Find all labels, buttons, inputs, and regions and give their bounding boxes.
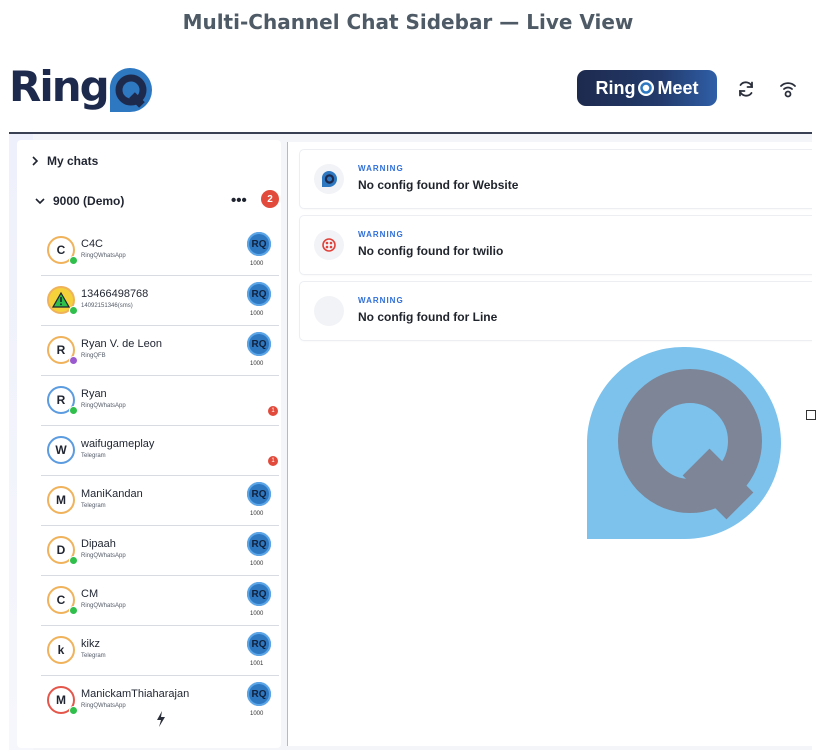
chat-channel: RingQWhatsApp (81, 403, 126, 409)
sms-icon (69, 306, 78, 315)
whatsapp-icon (69, 256, 78, 265)
avatar: M (47, 486, 75, 514)
logo-text: Ring (9, 62, 110, 111)
warning-card-twilio: WARNING No config found for twilio (300, 216, 812, 274)
ringq-icon (314, 164, 344, 194)
meet-q-icon (638, 80, 655, 96)
agent-avatar: RQ (247, 632, 271, 656)
agent-avatar: RQ (247, 682, 271, 706)
chat-name: C4C (81, 238, 104, 250)
agent-id: 1001 (250, 661, 264, 667)
group-count-badge: 2 (261, 190, 279, 208)
my-chats-label: My chats (47, 154, 99, 168)
chat-name: Ryan V. de Leon (81, 338, 162, 350)
agent-id: 1000 (250, 261, 264, 267)
chat-row-c4c[interactable]: C C4C RingQWhatsApp RQ 1000 (41, 226, 279, 276)
messenger-icon (69, 356, 78, 365)
agent-id: 1000 (250, 511, 264, 517)
more-options-icon[interactable]: ••• (231, 192, 247, 209)
warning-message: No config found for twilio (358, 244, 504, 258)
whatsapp-icon (69, 606, 78, 615)
chat-row-cm[interactable]: C CM RingQWhatsApp RQ 1000 (41, 576, 279, 626)
warning-message: No config found for Website (358, 178, 519, 192)
warning-level: WARNING (358, 296, 404, 305)
agent-avatar: RQ (247, 582, 271, 606)
whatsapp-icon (69, 556, 78, 565)
chat-list: C C4C RingQWhatsApp RQ 1000 13466498768 … (41, 226, 279, 726)
agent-avatar: RQ (247, 232, 271, 256)
avatar: W (47, 436, 75, 464)
app-header: Ring Ring Meet (9, 56, 812, 132)
agent-id: 1000 (250, 611, 264, 617)
chat-name: kikz (81, 638, 100, 650)
checkbox-fragment (806, 410, 816, 420)
meet-label-ring: Ring (595, 77, 636, 98)
unread-badge: 1 (268, 456, 278, 466)
group-label: 9000 (Demo) (53, 194, 125, 208)
ringq-large-logo (587, 346, 781, 539)
agent-avatar: RQ (247, 482, 271, 506)
signal-icon[interactable] (777, 78, 799, 100)
ringq-meet-button[interactable]: Ring Meet (577, 70, 717, 106)
chat-channel: RingQWhatsApp (81, 603, 126, 609)
my-chats-toggle[interactable]: My chats (31, 154, 98, 168)
chevron-down-icon (35, 198, 45, 205)
chat-sidebar: My chats 9000 (Demo) ••• 2 C C4C RingQWh… (17, 140, 281, 748)
chat-row-ryan[interactable]: R Ryan RingQWhatsApp 1 (41, 376, 279, 426)
warning-card-line: WARNING No config found for Line (300, 282, 812, 340)
chat-channel: Telegram (81, 453, 106, 459)
chat-name: ManiKandan (81, 488, 143, 500)
chat-channel: RingQFB (81, 353, 106, 359)
ringq-logo[interactable]: Ring (9, 58, 159, 126)
chat-channel: Telegram (81, 653, 106, 659)
chat-name: Ryan (81, 388, 107, 400)
chat-row-dipaah[interactable]: D Dipaah RingQWhatsApp RQ 1000 (41, 526, 279, 576)
agent-id: 1000 (250, 711, 264, 717)
chat-row-ryan-v-de-leon[interactable]: R Ryan V. de Leon RingQFB RQ 1000 (41, 326, 279, 376)
agent-id: 1000 (250, 311, 264, 317)
logo-q-icon (109, 67, 152, 112)
refresh-icon[interactable] (735, 78, 757, 100)
warning-level: WARNING (358, 164, 404, 173)
line-icon (314, 296, 344, 326)
unread-badge: 1 (268, 406, 278, 416)
meet-label-meet: Meet (657, 77, 699, 98)
chat-row-13466498768[interactable]: 13466498768 14092151346(sms) RQ 1000 (41, 276, 279, 326)
chat-channel: 14092151346(sms) (81, 303, 133, 309)
agent-id: 1000 (250, 361, 264, 367)
chat-channel: RingQWhatsApp (81, 703, 126, 709)
whatsapp-icon (69, 706, 78, 715)
whatsapp-icon (69, 406, 78, 415)
chat-channel: RingQWhatsApp (81, 553, 126, 559)
chat-row-waifugameplay[interactable]: W waifugameplay Telegram 1 (41, 426, 279, 476)
twilio-icon (314, 230, 344, 260)
chat-name: CM (81, 588, 99, 600)
group-9000-demo[interactable]: 9000 (Demo) ••• 2 (35, 190, 279, 212)
agent-id: 1000 (250, 561, 264, 567)
chat-name: waifugameplay (81, 438, 155, 450)
agent-avatar: RQ (247, 532, 271, 556)
chat-name: Dipaah (81, 538, 116, 550)
avatar: k (47, 636, 75, 664)
agent-avatar: RQ (247, 282, 271, 306)
chat-name: 13466498768 (81, 288, 149, 300)
agent-avatar: RQ (247, 332, 271, 356)
chat-name: ManickamThiaharajan (81, 688, 190, 700)
chat-channel: Telegram (81, 503, 106, 509)
chat-row-kikz[interactable]: k kikz Telegram RQ 1001 (41, 626, 279, 676)
warning-message: No config found for Line (358, 310, 498, 324)
chat-channel: RingQWhatsApp (81, 253, 126, 259)
header-divider (9, 132, 812, 134)
warning-level: WARNING (358, 230, 404, 239)
warning-card-website: WARNING No config found for Website (300, 150, 812, 208)
lightning-icon[interactable] (155, 710, 167, 728)
chevron-right-icon (32, 156, 39, 166)
page-heading: Multi-Channel Chat Sidebar — Live View (182, 10, 634, 34)
chat-row-manikandan[interactable]: M ManiKandan Telegram RQ 1000 (41, 476, 279, 526)
